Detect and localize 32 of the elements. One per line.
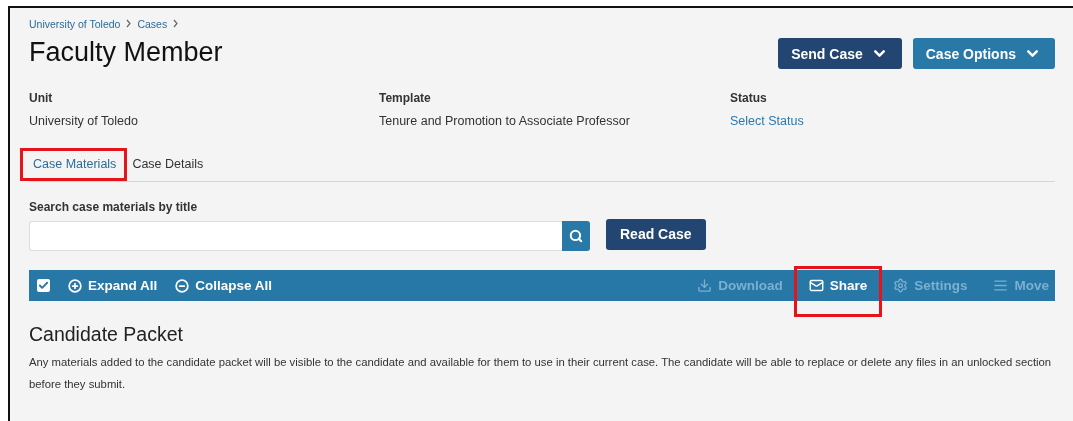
toolbar-button[interactable]: Collapse All: [175, 278, 273, 293]
plus-circle-icon: [68, 278, 82, 293]
chevron-icon: [172, 18, 180, 30]
tab[interactable]: Case Details: [128, 150, 208, 181]
minus-circle-icon: [175, 278, 190, 293]
section-description: Any materials added to the candidate packet will be visible to the candidate and available for them to use in their current case. The candidate will be able to replace or delete any files in an unlocked section before they submit.: [29, 355, 1053, 392]
dropdown-button[interactable]: Case Options: [912, 38, 1055, 69]
list-icon: [993, 278, 1009, 293]
download-icon: [697, 278, 713, 293]
status-link[interactable]: Select Status: [730, 114, 1055, 128]
search-button[interactable]: [562, 221, 590, 251]
field-value: University of Toledo: [29, 114, 139, 128]
chevron-icon: [125, 18, 133, 30]
envelope-icon: [808, 278, 824, 293]
search-label: Search case materials by title: [29, 200, 199, 214]
field-label: Template: [379, 91, 432, 105]
field-label: Status: [730, 91, 768, 105]
breadcrumb-link[interactable]: University of Toledo: [29, 18, 121, 30]
toolbar-button[interactable]: Share: [808, 278, 868, 293]
read-case-button[interactable]: Read Case: [606, 218, 706, 250]
toolbar-button[interactable]: Expand All: [68, 278, 158, 293]
section-title: Candidate Packet: [29, 323, 184, 346]
checkbox[interactable]: [37, 279, 50, 292]
search-icon: [569, 229, 583, 243]
field-value: Tenure and Promotion to Associate Professor: [379, 114, 631, 128]
breadcrumb-link[interactable]: Cases: [137, 18, 168, 30]
gears-icon: [893, 278, 909, 293]
search-field[interactable]: [29, 221, 590, 251]
dropdown-button[interactable]: Send Case: [778, 38, 902, 69]
field-label: Unit: [29, 91, 54, 105]
tab[interactable]: Case Materials: [29, 150, 121, 181]
page-title: Faculty Member: [29, 37, 223, 68]
